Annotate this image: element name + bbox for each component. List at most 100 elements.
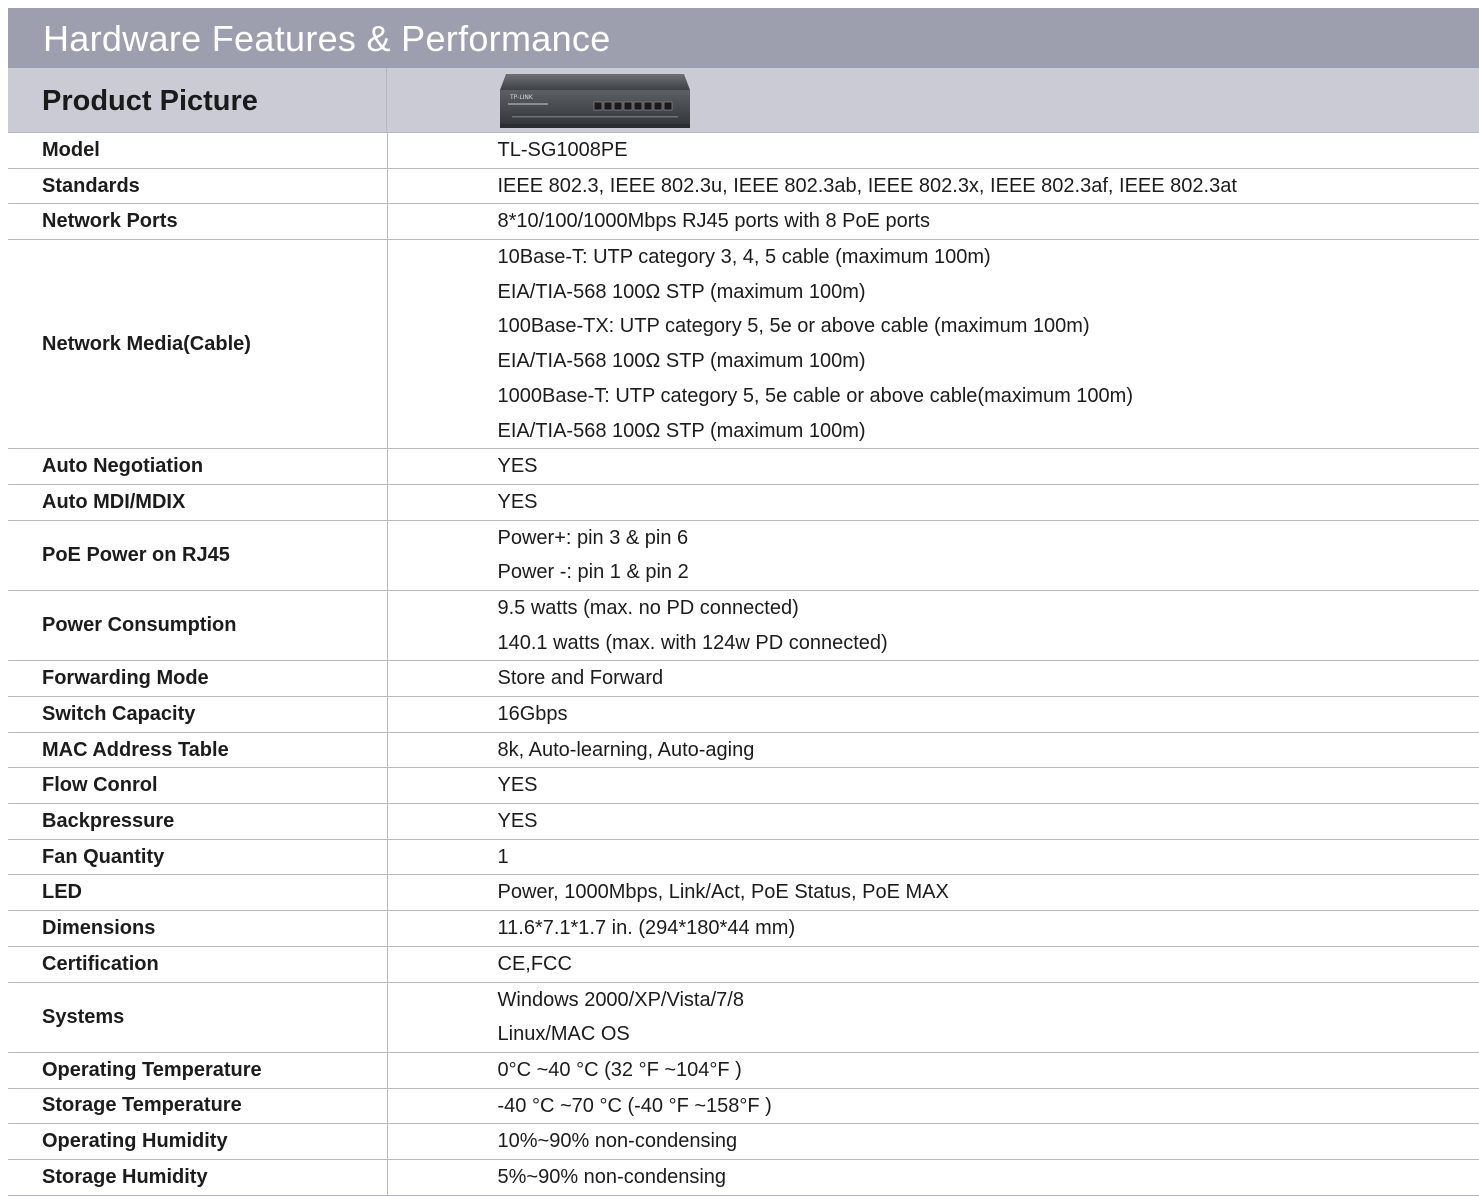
rj45-port xyxy=(594,102,602,110)
spec-row: Operating Humidity 10%~90% non-condensing xyxy=(8,1124,1479,1160)
spec-value: Power, 1000Mbps, Link/Act, PoE Status, P… xyxy=(498,875,1479,910)
spec-value: EIA/TIA-568 100Ω STP (maximum 100m) xyxy=(498,414,1479,449)
spec-row: Storage Temperature -40 °C ~70 °C (-40 °F… xyxy=(8,1088,1479,1124)
spec-value: Store and Forward xyxy=(498,661,1479,696)
spec-value-cell: 10Base-T: UTP category 3, 4, 5 cable (ma… xyxy=(387,240,1479,449)
spec-value: EIA/TIA-568 100Ω STP (maximum 100m) xyxy=(498,275,1479,310)
spec-row: Storage Humidity 5%~90% non-condensing xyxy=(8,1159,1479,1195)
spec-value: 1000Base-T: UTP category 5, 5e cable or … xyxy=(498,379,1479,414)
spec-row: Model TL-SG1008PE xyxy=(8,133,1479,169)
rj45-port xyxy=(644,102,652,110)
spec-label: Operating Temperature xyxy=(8,1052,387,1088)
spec-label: Auto Negotiation xyxy=(8,449,387,485)
spec-label: LED xyxy=(8,875,387,911)
spec-label: Switch Capacity xyxy=(8,697,387,733)
spec-value: YES xyxy=(498,768,1479,803)
rj45-port xyxy=(634,102,642,110)
product-picture-label: Product Picture xyxy=(8,68,387,132)
spec-value: 10%~90% non-condensing xyxy=(498,1124,1479,1159)
spec-value: 5%~90% non-condensing xyxy=(498,1160,1479,1195)
spec-value: Linux/MAC OS xyxy=(498,1017,1479,1052)
spec-row: Certification CE,FCC xyxy=(8,946,1479,982)
spec-row: Standards IEEE 802.3, IEEE 802.3u, IEEE 8… xyxy=(8,168,1479,204)
spec-label: Flow Conrol xyxy=(8,768,387,804)
spec-value: YES xyxy=(498,449,1479,484)
spec-value: 11.6*7.1*1.7 in. (294*180*44 mm) xyxy=(498,911,1479,946)
spec-value-cell: YES xyxy=(387,449,1479,485)
spec-table: Model TL-SG1008PE Standards IEEE 802.3, IEE… xyxy=(8,132,1479,1196)
spec-value-cell: Power, 1000Mbps, Link/Act, PoE Status, P… xyxy=(387,875,1479,911)
rj45-port xyxy=(624,102,632,110)
spec-row: Network Media(Cable) 10Base-T: UTP catego… xyxy=(8,240,1479,449)
device-base xyxy=(500,124,690,128)
spec-value: 8k, Auto-learning, Auto-aging xyxy=(498,733,1479,768)
spec-value: -40 °C ~70 °C (-40 °F ~158°F ) xyxy=(498,1089,1479,1124)
spec-value-cell: -40 °C ~70 °C (-40 °F ~158°F ) xyxy=(387,1088,1479,1124)
spec-value-cell: 11.6*7.1*1.7 in. (294*180*44 mm) xyxy=(387,911,1479,947)
spec-value: YES xyxy=(498,804,1479,839)
spec-value-cell: YES xyxy=(387,804,1479,840)
device-led-strip xyxy=(512,116,678,118)
spec-row: Fan Quantity 1 xyxy=(8,839,1479,875)
spec-value: 16Gbps xyxy=(498,697,1479,732)
spec-value-cell: 9.5 watts (max. no PD connected)140.1 wa… xyxy=(387,590,1479,660)
spec-value: Power -: pin 1 & pin 2 xyxy=(498,555,1479,590)
spec-value-cell: 16Gbps xyxy=(387,697,1479,733)
rj45-port xyxy=(664,102,672,110)
spec-value: 140.1 watts (max. with 124w PD connected… xyxy=(498,626,1479,661)
spec-value: TL-SG1008PE xyxy=(498,133,1479,168)
spec-value-cell: YES xyxy=(387,484,1479,520)
spec-label: Fan Quantity xyxy=(8,839,387,875)
spec-value-cell: 10%~90% non-condensing xyxy=(387,1124,1479,1160)
spec-value-cell: 0°C ~40 °C (32 °F ~104°F ) xyxy=(387,1052,1479,1088)
spec-value: Windows 2000/XP/Vista/7/8 xyxy=(498,983,1479,1018)
spec-row: Forwarding Mode Store and Forward xyxy=(8,661,1479,697)
spec-row: Auto MDI/MDIX YES xyxy=(8,484,1479,520)
spec-value: EIA/TIA-568 100Ω STP (maximum 100m) xyxy=(498,344,1479,379)
spec-value: 1 xyxy=(498,840,1479,875)
spec-label: Systems xyxy=(8,982,387,1052)
spec-row: Backpressure YES xyxy=(8,804,1479,840)
product-picture-row: Product Picture TP-LINK xyxy=(8,68,1479,132)
spec-row: PoE Power on RJ45Power+: pin 3 & pin 6Po… xyxy=(8,520,1479,590)
rj45-port xyxy=(614,102,622,110)
switch-device-image: TP-LINK xyxy=(500,72,690,132)
spec-label: Power Consumption xyxy=(8,590,387,660)
spec-label: Storage Humidity xyxy=(8,1159,387,1195)
spec-label: MAC Address Table xyxy=(8,732,387,768)
spec-row: Network Ports8*10/100/1000Mbps RJ45 port… xyxy=(8,204,1479,240)
spec-row: Switch Capacity 16Gbps xyxy=(8,697,1479,733)
spec-value-cell: 5%~90% non-condensing xyxy=(387,1159,1479,1195)
spec-label: Standards xyxy=(8,168,387,204)
spec-value-cell: Power+: pin 3 & pin 6Power -: pin 1 & pi… xyxy=(387,520,1479,590)
spec-value-cell: TL-SG1008PE xyxy=(387,133,1479,169)
spec-value-cell: 1 xyxy=(387,839,1479,875)
spec-label: Dimensions xyxy=(8,911,387,947)
spec-value: CE,FCC xyxy=(498,947,1479,982)
spec-value-cell: YES xyxy=(387,768,1479,804)
spec-label: Auto MDI/MDIX xyxy=(8,484,387,520)
spec-value: 10Base-T: UTP category 3, 4, 5 cable (ma… xyxy=(498,240,1479,275)
spec-value-cell: CE,FCC xyxy=(387,946,1479,982)
spec-label: Storage Temperature xyxy=(8,1088,387,1124)
rj45-port xyxy=(654,102,662,110)
spec-label: Network Media(Cable) xyxy=(8,240,387,449)
spec-row: SystemsWindows 2000/XP/Vista/7/8Linux/MA… xyxy=(8,982,1479,1052)
spec-value-cell: 8k, Auto-learning, Auto-aging xyxy=(387,732,1479,768)
spec-value: YES xyxy=(498,485,1479,520)
spec-value: 100Base-TX: UTP category 5, 5e or above … xyxy=(498,309,1479,344)
spec-label: Backpressure xyxy=(8,804,387,840)
spec-row: Flow Conrol YES xyxy=(8,768,1479,804)
spec-value: 9.5 watts (max. no PD connected) xyxy=(498,591,1479,626)
spec-value: 0°C ~40 °C (32 °F ~104°F ) xyxy=(498,1053,1479,1088)
device-top xyxy=(500,74,690,90)
spec-value-cell: 8*10/100/1000Mbps RJ45 ports with 8 PoE … xyxy=(387,204,1479,240)
spec-value: IEEE 802.3, IEEE 802.3u, IEEE 802.3ab, I… xyxy=(498,169,1479,204)
spec-label: Model xyxy=(8,133,387,169)
spec-label: Operating Humidity xyxy=(8,1124,387,1160)
spec-label: Certification xyxy=(8,946,387,982)
spec-value-cell: Windows 2000/XP/Vista/7/8Linux/MAC OS xyxy=(387,982,1479,1052)
spec-sheet: Hardware Features & Performance Product … xyxy=(8,8,1479,1196)
spec-row: Power Consumption9.5 watts (max. no PD c… xyxy=(8,590,1479,660)
spec-label: Forwarding Mode xyxy=(8,661,387,697)
